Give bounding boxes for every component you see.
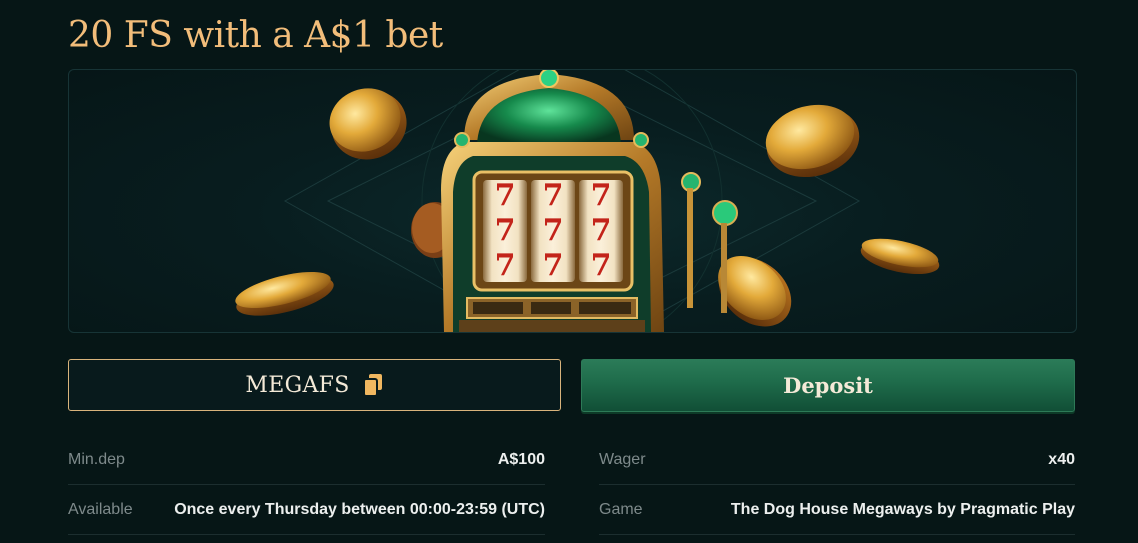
svg-text:7: 7 <box>495 178 516 213</box>
svg-text:7: 7 <box>591 213 612 248</box>
detail-label: Game <box>599 500 643 518</box>
detail-label: Min.dep <box>68 450 125 468</box>
detail-label: Wager <box>599 450 646 468</box>
svg-text:7: 7 <box>543 178 564 213</box>
svg-text:7: 7 <box>495 248 516 283</box>
promo-code-label: MEGAFS <box>245 372 350 398</box>
detail-label: Available <box>68 500 133 518</box>
detail-row-available: Available Once every Thursday between 00… <box>68 485 545 535</box>
copy-icon[interactable] <box>362 373 384 397</box>
svg-text:7: 7 <box>591 248 612 283</box>
detail-value: x40 <box>1048 450 1075 468</box>
svg-text:7: 7 <box>591 178 612 213</box>
detail-row-wager: Wager x40 <box>599 435 1075 485</box>
detail-value: The Dog House Megaways by Pragmatic Play <box>730 500 1075 518</box>
slot-machine-icon: 777 777 777 <box>441 70 738 332</box>
offer-title: 20 FS with a A$1 bet <box>68 15 443 56</box>
svg-text:7: 7 <box>543 213 564 248</box>
svg-text:7: 7 <box>543 248 564 283</box>
detail-value: Once every Thursday between 00:00-23:59 … <box>174 500 545 518</box>
deposit-button-label: Deposit <box>783 373 873 398</box>
detail-row-min-dep: Min.dep A$100 <box>68 435 545 485</box>
detail-row-game: Game The Dog House Megaways by Pragmatic… <box>599 485 1075 535</box>
detail-value: A$100 <box>497 450 545 468</box>
gold-coin-icon <box>329 88 407 160</box>
deposit-button[interactable]: Deposit <box>581 359 1075 412</box>
offer-banner-image: 777 777 777 <box>68 69 1077 333</box>
promo-code-button[interactable]: MEGAFS <box>68 359 561 411</box>
svg-text:7: 7 <box>495 213 516 248</box>
bonus-offer-card: 20 FS with a A$1 bet 7 7 7 7 7 7 7 7 7 M… <box>0 0 1138 543</box>
